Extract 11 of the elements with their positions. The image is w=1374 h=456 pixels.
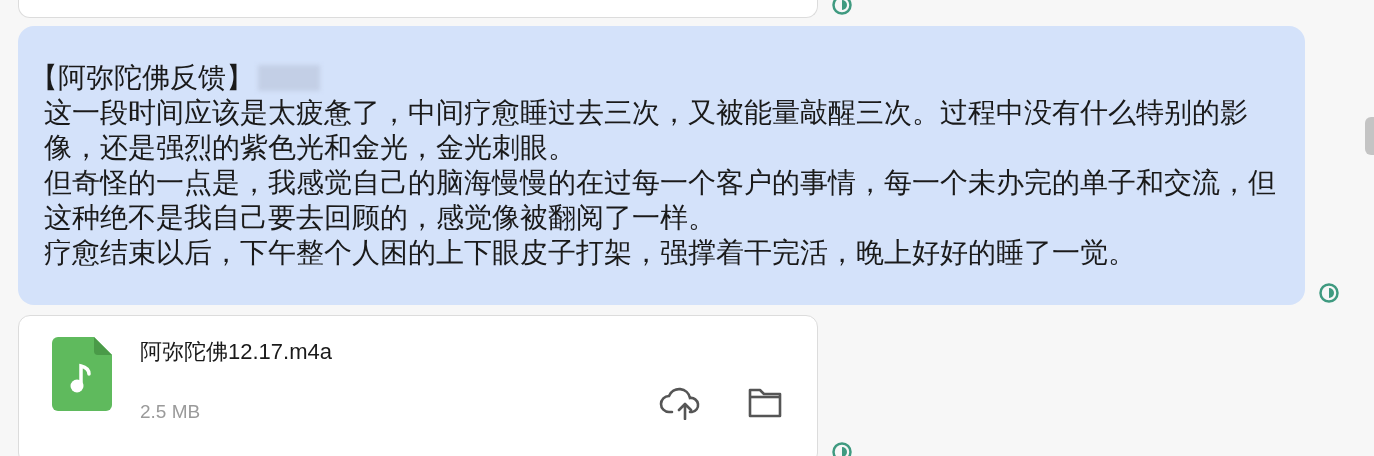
message-text: 疗愈结束以后，下午整个人困的上下眼皮子打架，强撑着干完活，晚上好好的睡了一觉。 <box>44 236 1137 270</box>
message-text: 这一段时间应该是太疲惫了，中间疗愈睡过去三次，又被能量敲醒三次。过程中没有什么特别的影像，还是强烈的紫色光和金光，金光刺眼。 <box>44 96 1249 165</box>
message-title: 【阿弥陀佛反馈】 <box>30 61 254 95</box>
file-size: 2.5 MB <box>140 400 201 424</box>
file-name: 阿弥陀佛12.17.m4a <box>140 338 333 366</box>
audio-file-icon <box>52 337 112 411</box>
folder-icon[interactable] <box>747 388 783 418</box>
scrollbar-thumb[interactable] <box>1365 117 1374 155</box>
message-text: 但奇怪的一点是，我感觉自己的脑海慢慢的在过每一个客户的事情，每一个未办完的单子和交流，但这种绝不是我自己要去回顾的，感觉像被翻阅了一样。 <box>44 166 1277 235</box>
cloud-upload-icon[interactable] <box>659 386 701 420</box>
file-card[interactable]: 阿弥陀佛12.17.m4a 2.5 MB <box>18 315 818 456</box>
